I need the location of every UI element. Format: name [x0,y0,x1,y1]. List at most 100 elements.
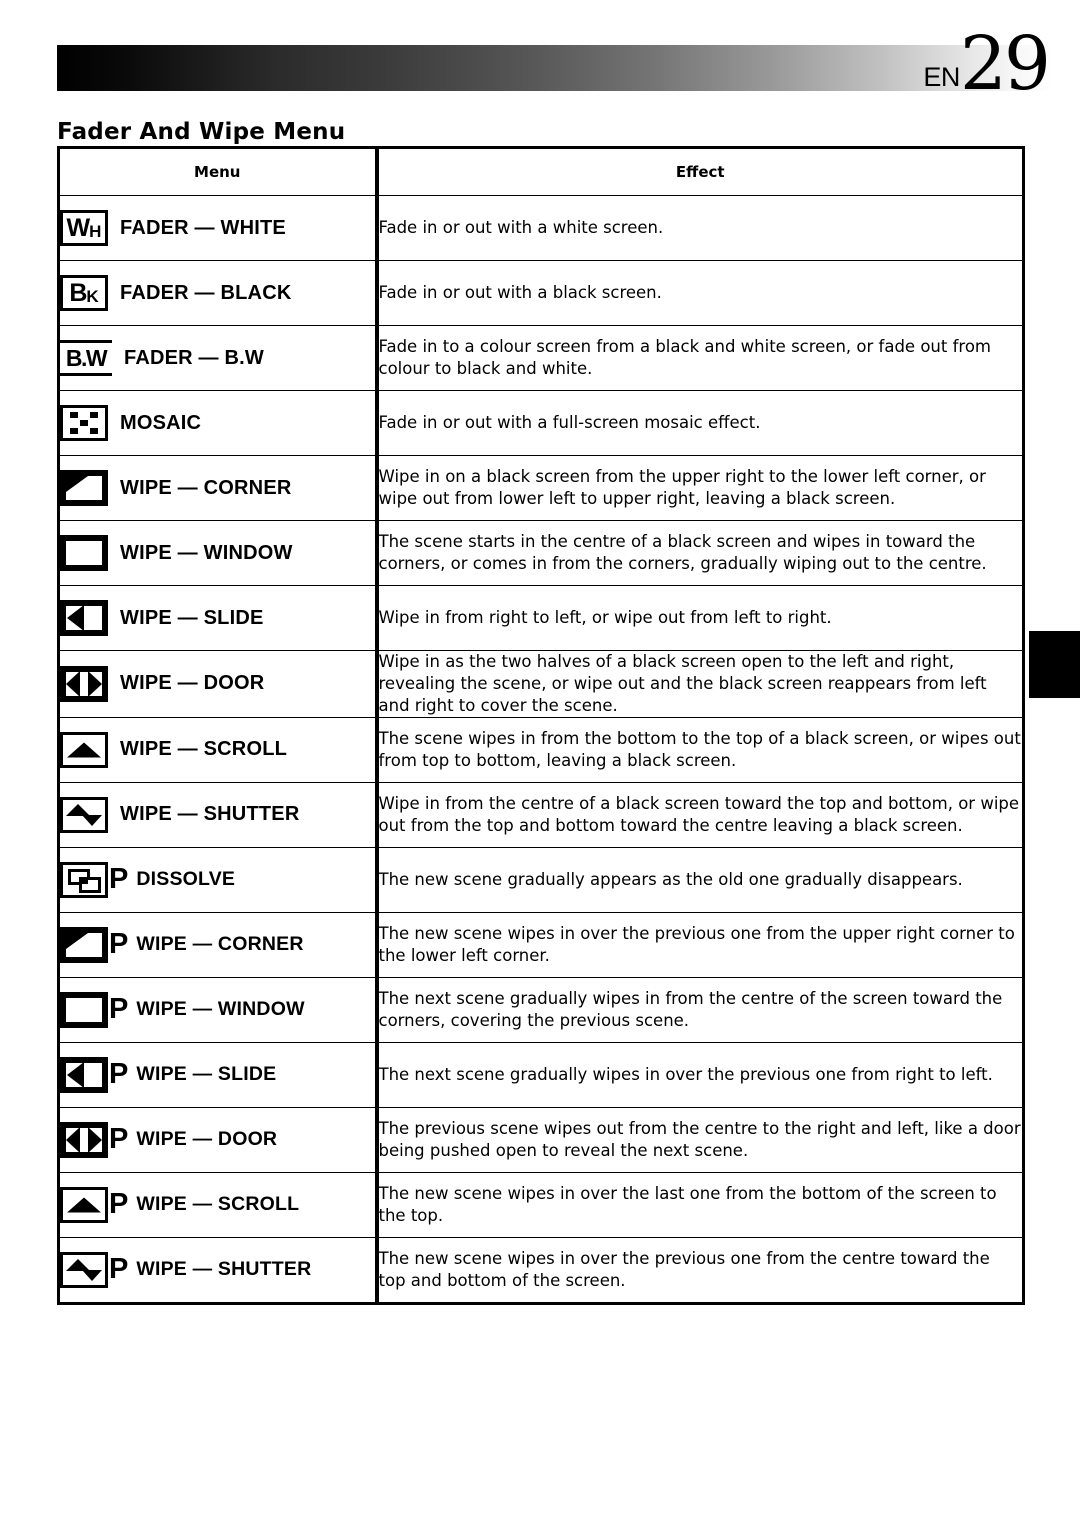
menu-icon: P [60,926,128,963]
menu-icon [60,796,108,833]
menu-icon [60,470,108,506]
menu-cell: WIPE — SHUTTER [58,781,379,848]
program-ae-p-mark: P [109,1058,129,1091]
effect-cell: The scene wipes in from the bottom to th… [376,716,1024,783]
effect-cell: The next scene gradually wipes in from t… [376,976,1024,1043]
table-row: P WIPE — SHUTTER The new scene wipes in ov… [58,1236,1024,1304]
menu-cell: P WIPE — CORNER [58,911,379,978]
table-header: Menu Effect [58,147,1024,196]
table-row: P WIPE — WINDOW The next scene gradually w… [58,976,1024,1043]
menu-item-label: WIPE — SHUTTER [136,1258,312,1281]
effect-cell: The new scene wipes in over the previous… [376,911,1024,978]
table-row: WIPE — SCROLL The scene wipes in from the… [58,716,1024,783]
bk-box-icon: BK [60,275,108,311]
wipe-slide-icon [60,1056,108,1093]
menu-item-label: WIPE — DOOR [136,1128,278,1151]
page-title: Fader And Wipe Menu [57,119,346,146]
wh-box-icon: WH [60,210,108,246]
menu-icon [60,405,108,441]
menu-cell: WIPE — SCROLL [58,716,379,783]
menu-cell: P WIPE — SCROLL [58,1171,379,1238]
page-header: EN 29 [57,27,1054,101]
effect-cell: The next scene gradually wipes in over t… [376,1041,1024,1108]
dissolve-icon [60,861,108,898]
effect-cell: Wipe in from the centre of a black scree… [376,781,1024,848]
language-code-label: EN [923,62,960,92]
menu-icon: BK [60,275,108,311]
table-row: P WIPE — SLIDE The next scene gradually wi… [58,1041,1024,1108]
black-index-tab [1029,631,1080,698]
wipe-corner-icon [60,926,108,963]
menu-icon: P [60,1121,128,1158]
effect-cell: The previous scene wipes out from the ce… [376,1106,1024,1173]
menu-item-label: WIPE — SLIDE [120,606,264,629]
wipe-corner-icon [60,470,108,506]
menu-cell: B K FADER — BLACK [58,260,379,326]
menu-cell: WIPE — DOOR [58,650,379,718]
effect-cell: The new scene wipes in over the previous… [376,1236,1024,1304]
menu-icon: P [60,1056,129,1093]
table-row: W H FADER — WHITE Fade in or out with a whi… [58,195,1024,261]
menu-cell: P WIPE — DOOR [58,1106,379,1173]
effect-cell: Fade in or out with a black screen. [376,260,1024,326]
wipe-window-icon [60,535,108,571]
column-header-effect: Effect [376,147,1024,196]
wipe-window-icon [60,991,108,1028]
effect-cell: Wipe in as the two halves of a black scr… [376,650,1024,718]
menu-icon [60,731,108,768]
table-row: B K FADER — BLACK Fade in or out with a bla… [58,260,1024,326]
wipe-scroll-icon [60,1186,108,1223]
effect-cell: Wipe in from right to left, or wipe out … [376,585,1024,651]
table-row: WIPE — CORNER Wipe in on a black screen f… [58,455,1024,521]
table-row: B.W FADER — B.W Fade in to a colour screen… [58,325,1024,391]
wipe-door-icon [60,1121,108,1158]
table-row: P DISSOLVE The new scene gradually appears… [58,846,1024,913]
menu-cell: P WIPE — WINDOW [58,976,379,1043]
effect-cell: The new scene gradually appears as the o… [376,846,1024,913]
menu-item-label: WIPE — CORNER [136,933,304,956]
menu-icon: WH [60,210,108,246]
menu-cell: P WIPE — SHUTTER [58,1236,379,1304]
program-ae-p-mark: P [109,1253,129,1286]
menu-cell: P WIPE — SLIDE [58,1041,379,1108]
menu-cell: W H FADER — WHITE [58,195,379,261]
program-ae-p-mark: P [109,993,129,1026]
effect-cell: The new scene wipes in over the last one… [376,1171,1024,1238]
table-row: WIPE — SHUTTER Wipe in from the centre of… [58,781,1024,848]
menu-item-label: WIPE — DOOR [120,672,265,695]
wipe-shutter-icon [60,1251,108,1288]
effect-cell: The scene starts in the centre of a blac… [376,520,1024,586]
menu-item-label: WIPE — SCROLL [120,738,288,761]
menu-item-label: FADER — B.W [124,346,264,369]
menu-item-label: DISSOLVE [136,868,236,891]
menu-item-label: WIPE — CORNER [120,476,292,499]
menu-icon [60,535,108,571]
menu-icon: B.W [60,340,112,376]
table-row: P WIPE — CORNER The new scene wipes in ove… [58,911,1024,978]
menu-cell: WIPE — WINDOW [58,520,379,586]
table-row: MOSAIC Fade in or out with a full-screen … [58,390,1024,456]
menu-cell: B.W FADER — B.W [58,325,379,391]
effect-cell: Fade in to a colour screen from a black … [376,325,1024,391]
table-row: P WIPE — SCROLL The new scene wipes in ove… [58,1171,1024,1238]
program-ae-p-mark: P [109,1188,129,1221]
menu-item-label: FADER — WHITE [120,216,286,239]
effect-cell: Fade in or out with a white screen. [376,195,1024,261]
menu-icon: P [60,861,129,898]
fader-wipe-menu-table: Menu Effect W H FADER — WHITE Fade in or ou… [57,146,1025,1305]
menu-cell: MOSAIC [58,390,379,456]
menu-cell: WIPE — SLIDE [58,585,379,651]
wipe-door-icon [60,665,108,702]
table-row: P WIPE — DOOR The previous scene wipes out… [58,1106,1024,1173]
menu-icon [60,600,108,636]
program-ae-p-mark: P [109,863,129,896]
menu-cell: P DISSOLVE [58,846,379,913]
menu-cell: WIPE — CORNER [58,455,379,521]
effect-cell: Wipe in on a black screen from the upper… [376,455,1024,521]
table-row: WIPE — WINDOW The scene starts in the cen… [58,520,1024,586]
menu-item-label: WIPE — WINDOW [120,541,293,564]
menu-item-label: WIPE — WINDOW [136,998,305,1021]
menu-icon: P [60,1251,129,1288]
menu-icon [60,665,108,702]
column-header-menu: Menu [58,147,379,196]
